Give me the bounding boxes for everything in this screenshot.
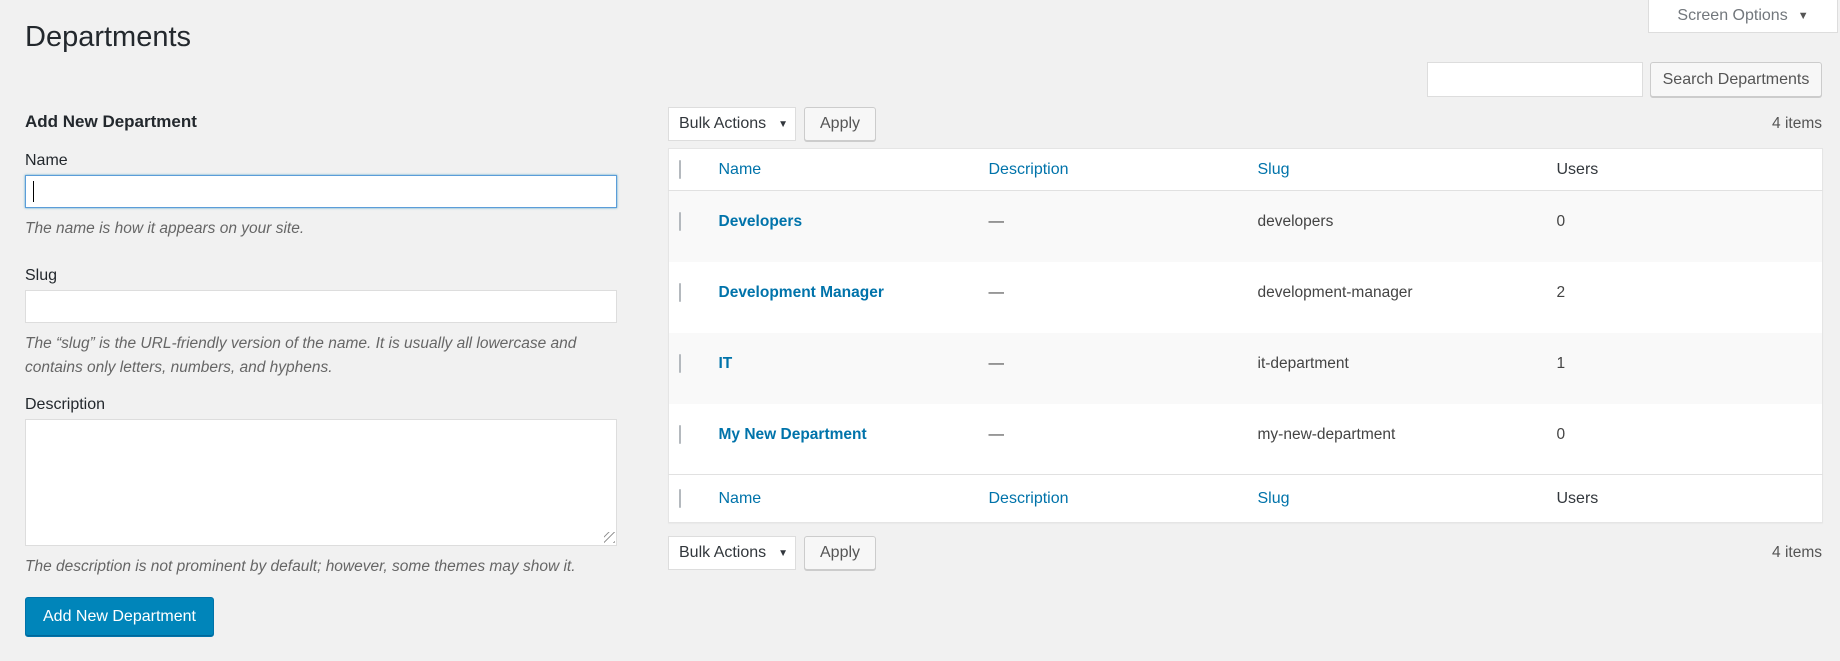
apply-button[interactable]: Apply xyxy=(804,536,877,570)
sort-slug-link[interactable]: Slug xyxy=(1258,490,1290,507)
bulk-actions-select[interactable]: Bulk Actions ▼ xyxy=(668,107,796,141)
table-row: IT — it-department 1 xyxy=(668,332,1823,404)
items-count: 4 items xyxy=(1772,544,1822,561)
table-row: Developers — developers 0 xyxy=(668,190,1823,262)
chevron-down-icon: ▼ xyxy=(778,118,789,130)
table-row: My New Department — my-new-department 0 xyxy=(669,404,1823,475)
sort-description-link[interactable]: Description xyxy=(989,490,1069,507)
tablenav-bottom: Bulk Actions ▼ Apply 4 items xyxy=(668,536,1822,570)
bulk-actions-label: Bulk Actions xyxy=(679,115,767,132)
bulk-actions-label: Bulk Actions xyxy=(679,544,767,561)
departments-list: Bulk Actions ▼ Apply 4 items Name Descri… xyxy=(668,107,1823,570)
row-slug: my-new-department xyxy=(1257,425,1396,443)
row-slug: it-department xyxy=(1257,354,1349,372)
row-checkbox[interactable] xyxy=(679,353,681,373)
slug-help-text: The “slug” is the URL-friendly version o… xyxy=(25,335,577,376)
table-footer-row: Name Description Slug Users xyxy=(668,474,1823,523)
description-help-text: The description is not prominent by defa… xyxy=(25,558,576,575)
search-departments-button[interactable]: Search Departments xyxy=(1650,62,1822,97)
apply-button[interactable]: Apply xyxy=(804,107,877,141)
screen-options-label: Screen Options xyxy=(1677,7,1788,24)
add-department-form: Add New Department Name The name is how … xyxy=(25,108,617,637)
row-users: 1 xyxy=(1556,354,1566,372)
add-new-department-button[interactable]: Add New Department xyxy=(25,597,214,637)
screen-options-tab[interactable]: Screen Options ▼ xyxy=(1648,0,1838,33)
row-description: — xyxy=(988,354,1005,372)
row-description: — xyxy=(988,213,1005,230)
chevron-down-icon: ▼ xyxy=(1797,10,1809,22)
row-slug: development-manager xyxy=(1257,283,1413,301)
departments-table: Name Description Slug Users Developers —… xyxy=(668,148,1823,523)
row-users: 0 xyxy=(1556,425,1566,443)
table-row: Development Manager — development-manage… xyxy=(669,262,1823,333)
sort-description-link[interactable]: Description xyxy=(989,161,1069,178)
row-users: 2 xyxy=(1556,283,1566,301)
select-all-checkbox[interactable] xyxy=(679,159,681,179)
slug-input[interactable] xyxy=(25,290,617,323)
row-users: 0 xyxy=(1556,213,1566,230)
description-label: Description xyxy=(25,396,106,413)
tablenav-top: Bulk Actions ▼ Apply 4 items xyxy=(668,107,1822,141)
name-label: Name xyxy=(25,152,68,169)
search-input[interactable] xyxy=(1427,62,1643,97)
select-all-checkbox[interactable] xyxy=(679,488,681,508)
sort-slug-link[interactable]: Slug xyxy=(1258,161,1290,178)
resize-handle-icon[interactable] xyxy=(604,532,615,543)
users-column-header: Users xyxy=(1556,160,1599,178)
row-description: — xyxy=(988,283,1005,301)
department-table-body: Developers — developers 0 Development Ma… xyxy=(668,190,1823,475)
row-checkbox[interactable] xyxy=(679,424,681,444)
table-header-row: Name Description Slug Users xyxy=(668,148,1823,191)
row-name-link[interactable]: My New Department xyxy=(719,426,867,443)
page-title: Departments xyxy=(25,21,192,53)
row-checkbox[interactable] xyxy=(679,282,681,302)
bulk-actions-select[interactable]: Bulk Actions ▼ xyxy=(668,536,796,570)
slug-label: Slug xyxy=(25,267,58,284)
name-help-text: The name is how it appears on your site. xyxy=(25,220,305,237)
text-caret xyxy=(33,181,34,202)
sort-name-link[interactable]: Name xyxy=(719,161,762,178)
items-count: 4 items xyxy=(1772,115,1822,132)
name-input[interactable] xyxy=(25,175,617,208)
row-name-link[interactable]: IT xyxy=(719,355,733,372)
row-name-link[interactable]: Developers xyxy=(719,213,803,230)
chevron-down-icon: ▼ xyxy=(778,547,789,559)
form-heading: Add New Department xyxy=(25,112,197,131)
row-slug: developers xyxy=(1257,213,1334,230)
row-checkbox[interactable] xyxy=(679,212,681,231)
row-name-link[interactable]: Development Manager xyxy=(719,284,884,301)
description-textarea[interactable] xyxy=(25,419,617,546)
sort-name-link[interactable]: Name xyxy=(719,490,762,507)
users-column-header: Users xyxy=(1556,489,1599,507)
row-description: — xyxy=(988,425,1005,443)
